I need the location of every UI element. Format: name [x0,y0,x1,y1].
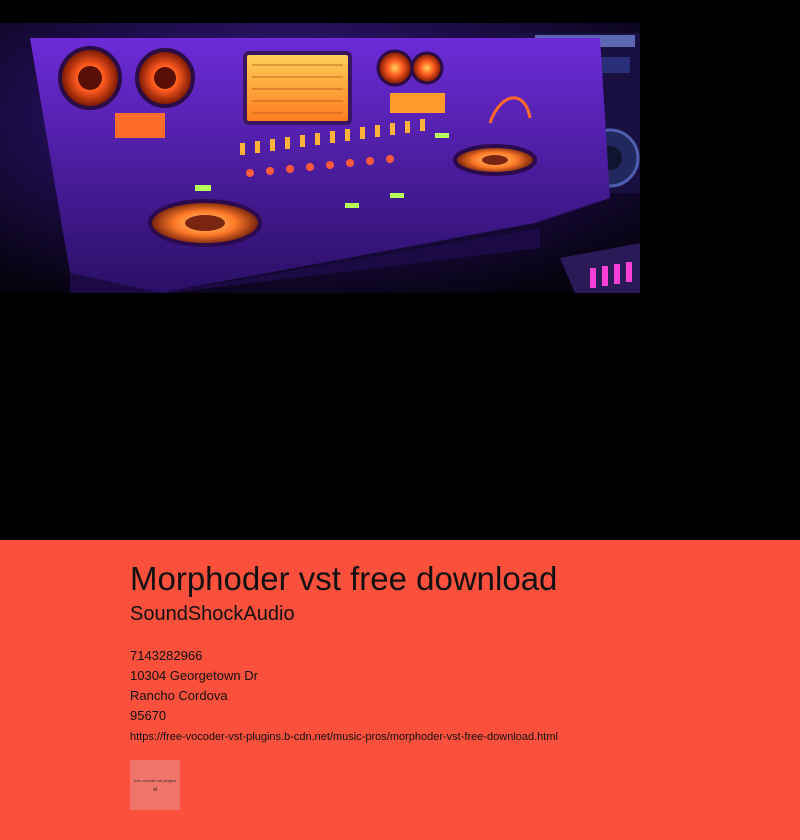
thumbnail-caption: free vocoder vst plugins [133,778,177,783]
phone-number: 7143282966 [130,648,203,663]
brand-name: SoundShockAudio [130,603,295,625]
page-url-link[interactable]: https://free-vocoder-vst-plugins.b-cdn.n… [130,730,558,744]
street-address: 10304 Georgetown Dr [130,668,258,683]
site-thumbnail[interactable]: free vocoder vst plugins sl [130,760,180,810]
hero-image [0,23,640,293]
page-title: Morphoder vst free download [130,560,558,597]
business-footer: Morphoder vst free download SoundShockAu… [0,540,800,840]
hero-section [0,0,800,540]
thumbnail-mark: sl [153,787,157,793]
postal-code: 95670 [130,708,167,723]
city-name: Rancho Cordova [130,688,228,703]
